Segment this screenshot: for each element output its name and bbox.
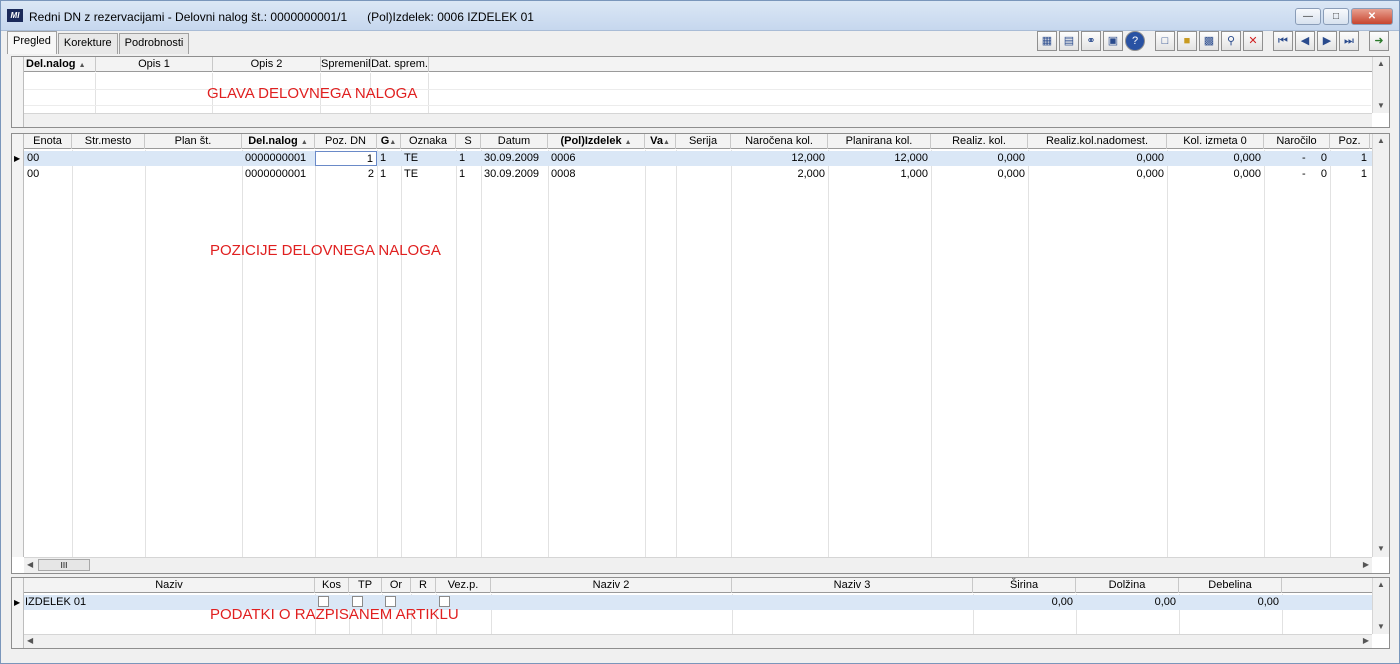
col-sirina[interactable]: Širina: [973, 578, 1076, 593]
col-kol-izmeta[interactable]: Kol. izmeta 0: [1167, 134, 1264, 149]
tab-strip: Pregled Korekture Podrobnosti: [7, 31, 190, 54]
main-window: MI Redni DN z rezervacijami - Delovni na…: [0, 0, 1400, 664]
first-icon[interactable]: ⏮: [1273, 31, 1293, 51]
col-poz[interactable]: Poz.: [1330, 134, 1370, 149]
col-naziv2[interactable]: Naziv 2: [491, 578, 732, 593]
poz-dn-edit-cell[interactable]: 1: [315, 151, 377, 166]
display-icon[interactable]: ▣: [1103, 31, 1123, 51]
attach-icon[interactable]: ⚭: [1081, 31, 1101, 51]
col-debelina[interactable]: Debelina: [1179, 578, 1282, 593]
row-pointer-icon: ▶: [14, 154, 21, 163]
col-r[interactable]: R: [411, 578, 436, 593]
col-narocena-kol[interactable]: Naročena kol.: [731, 134, 828, 149]
positions-overlay: POZICIJE DELOVNEGA NALOGA: [210, 242, 441, 259]
col-naziv[interactable]: Naziv: [24, 578, 315, 593]
scroll-thumb[interactable]: III: [38, 559, 90, 571]
header-vscroll[interactable]: ▲ ▼: [1372, 57, 1389, 113]
col-oznaka[interactable]: Oznaka: [401, 134, 456, 149]
header-hscroll[interactable]: [24, 113, 1372, 127]
report-icon[interactable]: ▦: [1037, 31, 1057, 51]
table-row[interactable]: 00 0000000001 2 1 TE 1 30.09.2009 0008 2…: [24, 167, 1372, 182]
toolbar: ▦ ▤ ⚭ ▣ ? □ ■ ▩ ⚲ ✕ ⏮ ◀ ▶ ⏭ ➜: [1037, 31, 1389, 53]
col-s[interactable]: S: [456, 134, 481, 149]
col-g[interactable]: G▲: [377, 134, 401, 149]
col-pol-izdelek[interactable]: (Pol)Izdelek ▲: [548, 134, 645, 149]
col-dolzina[interactable]: Dolžina: [1076, 578, 1179, 593]
positions-vscroll[interactable]: ▲ ▼: [1372, 134, 1389, 557]
print-list-icon[interactable]: ▤: [1059, 31, 1079, 51]
article-grid: ▶ Naziv Kos TP Or R Vez.p. Naziv 2 Naziv…: [11, 577, 1390, 649]
col-realiz-kol[interactable]: Realiz. kol.: [931, 134, 1028, 149]
col-tp[interactable]: TP: [349, 578, 382, 593]
app-logo-icon: MI: [7, 9, 23, 22]
col-realiz-kol-nadomest[interactable]: Realiz.kol.nadomest.: [1028, 134, 1167, 149]
col-va[interactable]: Va▲: [645, 134, 676, 149]
window-title: Redni DN z rezervacijami - Delovni nalog…: [29, 10, 534, 24]
col-spremenil[interactable]: Spremenil: [321, 57, 371, 72]
exit-icon[interactable]: ➜: [1369, 31, 1389, 51]
tab-pregled[interactable]: Pregled: [7, 31, 57, 54]
col-poz-dn[interactable]: Poz. DN: [315, 134, 377, 149]
col-datum[interactable]: Datum: [481, 134, 548, 149]
new-icon[interactable]: □: [1155, 31, 1175, 51]
help-icon[interactable]: ?: [1125, 31, 1145, 51]
col-enota[interactable]: Enota: [24, 134, 72, 149]
col-narocilo[interactable]: Naročilo: [1264, 134, 1330, 149]
col-opis1[interactable]: Opis 1: [96, 57, 213, 72]
row-pointer-icon: ▶: [14, 598, 21, 607]
positions-hscroll[interactable]: ◀ III ▶: [24, 557, 1372, 573]
delete-icon[interactable]: ✕: [1243, 31, 1263, 51]
next-icon[interactable]: ▶: [1317, 31, 1337, 51]
col-str-mesto[interactable]: Str.mesto: [72, 134, 145, 149]
article-hscroll[interactable]: ◀ ▶: [24, 634, 1372, 648]
col-del-nalog[interactable]: Del.nalog ▲: [242, 134, 315, 149]
title-bar: MI Redni DN z rezervacijami - Delovni na…: [1, 1, 1399, 31]
article-vscroll[interactable]: ▲ ▼: [1372, 578, 1389, 634]
col-del-nalog[interactable]: Del.nalog ▲: [24, 57, 96, 72]
table-row[interactable]: 00 0000000001 1 1 TE 1 30.09.2009 0006 1…: [24, 151, 1372, 166]
open-icon[interactable]: ■: [1177, 31, 1197, 51]
last-icon[interactable]: ⏭: [1339, 31, 1359, 51]
close-button[interactable]: ✕: [1351, 8, 1393, 25]
col-serija[interactable]: Serija: [676, 134, 731, 149]
header-grid: Del.nalog ▲ Opis 1 Opis 2 Spremenil Dat.…: [11, 56, 1390, 128]
positions-grid: ▶ Enota Str.mesto Plan št. Del.nalog ▲ P…: [11, 133, 1390, 574]
col-planirana-kol[interactable]: Planirana kol.: [828, 134, 931, 149]
col-or[interactable]: Or: [382, 578, 411, 593]
tab-podrobnosti[interactable]: Podrobnosti: [118, 33, 190, 54]
col-opis2[interactable]: Opis 2: [213, 57, 321, 72]
col-kos[interactable]: Kos: [315, 578, 349, 593]
article-overlay: PODATKI O RAZPISANEM ARTIKLU: [210, 606, 459, 623]
tab-korekture[interactable]: Korekture: [57, 33, 118, 54]
header-overlay: GLAVA DELOVNEGA NALOGA: [207, 85, 418, 102]
col-dat-sprem[interactable]: Dat. sprem.: [371, 57, 429, 72]
search-icon[interactable]: ⚲: [1221, 31, 1241, 51]
minimize-button[interactable]: —: [1295, 8, 1321, 25]
prev-icon[interactable]: ◀: [1295, 31, 1315, 51]
print-icon[interactable]: ▩: [1199, 31, 1219, 51]
col-plan-st[interactable]: Plan št.: [145, 134, 242, 149]
col-naziv3[interactable]: Naziv 3: [732, 578, 973, 593]
col-vez-p[interactable]: Vez.p.: [436, 578, 491, 593]
maximize-button[interactable]: □: [1323, 8, 1349, 25]
